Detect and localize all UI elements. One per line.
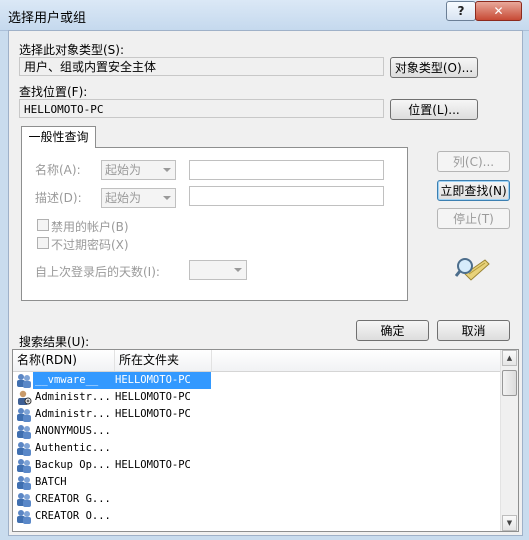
- window-title: 选择用户或组: [8, 11, 87, 26]
- object-type-value: 用户、组或内置安全主体: [19, 57, 384, 76]
- group-icon: [16, 475, 32, 490]
- group-icon: [16, 458, 32, 473]
- close-button[interactable]: ✕: [475, 1, 522, 21]
- cancel-button[interactable]: 取消: [437, 320, 510, 341]
- description-input[interactable]: [189, 186, 384, 206]
- object-types-button[interactable]: 对象类型(O)...: [390, 57, 478, 78]
- table-row[interactable]: CREATOR G...: [13, 491, 503, 508]
- group-icon: [16, 441, 32, 456]
- days-since-logon-select[interactable]: [189, 260, 247, 280]
- row-name: ANONYMOUS...: [35, 425, 111, 437]
- find-now-button[interactable]: 立即查找(N): [437, 180, 510, 201]
- row-name: Administr...: [35, 408, 111, 420]
- search-results-label: 搜索结果(U):: [19, 335, 90, 349]
- results-header: 名称(RDN) 所在文件夹: [13, 350, 503, 372]
- object-type-label: 选择此对象类型(S):: [19, 43, 125, 57]
- common-queries-panel: 名称(A): 起始为 描述(D): 起始为 禁用的帐户(B) 不过期密码(X) …: [21, 147, 408, 301]
- help-button[interactable]: ?: [446, 1, 476, 21]
- name-label: 名称(A):: [35, 163, 81, 177]
- dialog-body: 选择此对象类型(S): 用户、组或内置安全主体 对象类型(O)... 查找位置(…: [8, 30, 523, 536]
- table-row[interactable]: __vmware__ HELLOMOTO-PC: [13, 372, 503, 389]
- description-label: 描述(D):: [35, 191, 82, 205]
- ok-button[interactable]: 确定: [356, 320, 429, 341]
- row-folder: HELLOMOTO-PC: [115, 391, 191, 403]
- disabled-accounts-label: 禁用的帐户(B): [51, 220, 129, 234]
- tab-common-queries[interactable]: 一般性查询: [21, 126, 96, 148]
- close-icon: ✕: [493, 4, 504, 18]
- chevron-down-icon: [163, 196, 171, 200]
- description-mode-select[interactable]: 起始为: [101, 188, 176, 208]
- user-icon: [16, 390, 32, 405]
- row-name: CREATOR O...: [35, 510, 111, 522]
- row-name: __vmware__: [35, 374, 99, 386]
- table-row[interactable]: CREATOR O...: [13, 508, 503, 525]
- row-name: Administr...: [35, 391, 111, 403]
- stop-button[interactable]: 停止(T): [437, 208, 510, 229]
- row-folder: HELLOMOTO-PC: [115, 374, 191, 386]
- column-header-folder[interactable]: 所在文件夹: [115, 350, 212, 371]
- row-name: Authentic...: [35, 442, 111, 454]
- table-row[interactable]: Backup Op... HELLOMOTO-PC: [13, 457, 503, 474]
- group-icon: [16, 407, 32, 422]
- locations-button[interactable]: 位置(L)...: [390, 99, 478, 120]
- chevron-down-icon: [163, 168, 171, 172]
- table-row[interactable]: Authentic...: [13, 440, 503, 457]
- scroll-thumb[interactable]: [502, 370, 517, 396]
- scroll-up-button[interactable]: ▲: [502, 350, 517, 366]
- scroll-down-button[interactable]: ▼: [502, 515, 517, 531]
- non-expiring-password-label: 不过期密码(X): [51, 238, 129, 252]
- location-label: 查找位置(F):: [19, 85, 88, 99]
- group-icon: [16, 509, 32, 524]
- table-row[interactable]: BATCH: [13, 474, 503, 491]
- name-mode-value: 起始为: [105, 163, 142, 177]
- row-name: CREATOR G...: [35, 493, 111, 505]
- row-name: Backup Op...: [35, 459, 111, 471]
- row-folder: HELLOMOTO-PC: [115, 459, 191, 471]
- chevron-down-icon: [234, 268, 242, 272]
- group-icon: [16, 373, 32, 388]
- title-bar: 选择用户或组 ? ✕: [0, 0, 529, 31]
- table-row[interactable]: Administr... HELLOMOTO-PC: [13, 389, 503, 406]
- location-value: HELLOMOTO-PC: [19, 99, 384, 118]
- column-header-name[interactable]: 名称(RDN): [13, 350, 115, 371]
- columns-button[interactable]: 列(C)...: [437, 151, 510, 172]
- group-icon: [16, 492, 32, 507]
- name-mode-select[interactable]: 起始为: [101, 160, 176, 180]
- table-row[interactable]: Administr... HELLOMOTO-PC: [13, 406, 503, 423]
- disabled-accounts-checkbox[interactable]: [37, 219, 49, 231]
- row-name: BATCH: [35, 476, 67, 488]
- name-input[interactable]: [189, 160, 384, 180]
- magnifier-search-icon: [455, 258, 490, 281]
- search-results-list[interactable]: 名称(RDN) 所在文件夹 __vmware__ HELLOMOTO-PC Admi…: [12, 349, 519, 532]
- help-icon: ?: [457, 4, 465, 18]
- row-folder: HELLOMOTO-PC: [115, 408, 191, 420]
- days-since-logon-label: 自上次登录后的天数(I):: [35, 265, 160, 279]
- group-icon: [16, 424, 32, 439]
- non-expiring-password-checkbox[interactable]: [37, 237, 49, 249]
- description-mode-value: 起始为: [105, 191, 142, 205]
- table-row[interactable]: ANONYMOUS...: [13, 423, 503, 440]
- results-scrollbar[interactable]: ▲ ▼: [500, 350, 518, 531]
